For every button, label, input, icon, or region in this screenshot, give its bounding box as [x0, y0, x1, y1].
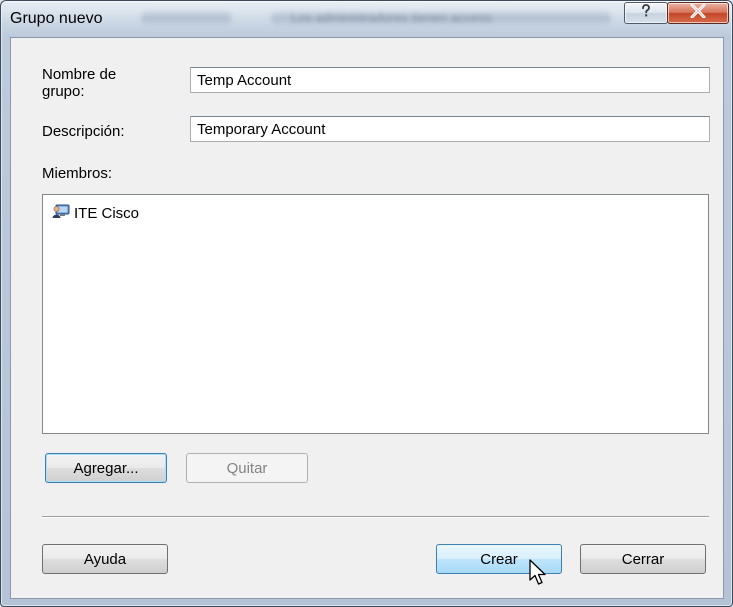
close-label: Cerrar	[621, 550, 665, 568]
remove-member-label: Quitar	[226, 459, 268, 477]
add-member-label: Agregar...	[73, 459, 139, 477]
aero-glass-blur	[141, 9, 231, 27]
add-member-button[interactable]: Agregar...	[45, 453, 167, 483]
close-x-icon	[690, 3, 706, 22]
help-dialog-button[interactable]: Ayuda	[42, 544, 168, 574]
user-account-icon	[52, 203, 70, 223]
group-name-input[interactable]	[190, 67, 710, 93]
description-input[interactable]	[190, 116, 710, 142]
separator	[42, 516, 709, 518]
close-window-button[interactable]	[667, 2, 729, 24]
help-dialog-label: Ayuda	[83, 550, 127, 568]
dialog-client-area: Nombre de grupo: Descripción: Miembros: …	[10, 37, 724, 599]
dialog-window: Los administradores tienen acceso Grupo …	[0, 0, 733, 607]
group-name-label: Nombre de grupo:	[42, 66, 117, 100]
title-bar[interactable]: Los administradores tienen acceso Grupo …	[1, 1, 732, 37]
mouse-cursor-icon	[528, 559, 550, 591]
members-listbox[interactable]: ITE Cisco	[42, 194, 709, 434]
members-label: Miembros:	[42, 165, 113, 182]
list-item[interactable]: ITE Cisco	[52, 203, 139, 223]
create-label: Crear	[480, 550, 518, 568]
help-button[interactable]	[624, 2, 668, 24]
description-label: Descripción:	[42, 123, 125, 140]
close-button[interactable]: Cerrar	[580, 544, 706, 574]
question-mark-icon	[638, 3, 654, 23]
background-window-title: Los administradores tienen acceso	[291, 10, 492, 25]
remove-member-button[interactable]: Quitar	[186, 453, 308, 483]
window-title: Grupo nuevo	[10, 10, 103, 27]
aero-glass-blur: Los administradores tienen acceso	[271, 9, 611, 27]
member-name: ITE Cisco	[74, 204, 140, 222]
